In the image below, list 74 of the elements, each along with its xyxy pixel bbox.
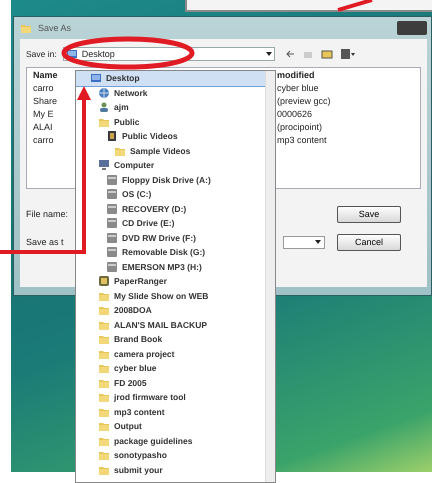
folder-option[interactable]: Sample Videos — [76, 144, 265, 158]
folder-option[interactable]: ajm — [76, 100, 265, 114]
save-in-label: Save in: — [26, 49, 57, 59]
views-icon[interactable] — [340, 49, 355, 59]
folder-option[interactable]: EMERSON MP3 (H:) — [76, 260, 265, 274]
folder-icon — [98, 391, 110, 404]
folder-option[interactable]: submit your — [76, 462, 265, 477]
film-icon — [106, 130, 118, 142]
column-header[interactable]: modified — [277, 70, 314, 80]
location-dropdown[interactable]: Desktop — [62, 47, 275, 61]
computer-icon — [98, 159, 110, 172]
caret-icon — [315, 240, 321, 244]
folder-option[interactable]: ALAN'S MAIL BACKUP — [76, 318, 265, 332]
window-title: Save As — [38, 23, 72, 33]
folder-option[interactable]: Computer — [76, 158, 265, 172]
file-name[interactable]: My E — [33, 109, 54, 119]
save-button[interactable]: Save — [337, 206, 401, 222]
file-name[interactable]: carro — [33, 135, 54, 145]
drive-icon — [106, 174, 118, 186]
globe-icon — [98, 86, 110, 99]
folder-option[interactable]: cyber blue — [76, 361, 265, 376]
folder-option[interactable]: Network — [76, 86, 265, 100]
folder-option[interactable]: jrod firmware tool — [76, 390, 265, 404]
drive-icon — [106, 232, 118, 244]
folder-option[interactable]: Removable Disk (G:) — [76, 245, 265, 260]
folder-option[interactable]: OS (C:) — [76, 187, 265, 202]
drive-icon — [106, 188, 118, 200]
cancel-button[interactable]: Cancel — [337, 234, 401, 250]
person-icon — [98, 101, 110, 114]
file-name-label: File name: — [26, 209, 68, 219]
folder-option[interactable]: sonotypasho — [76, 448, 265, 462]
file-detail: mp3 content — [277, 135, 327, 145]
folder-option[interactable]: CD Drive (E:) — [76, 216, 265, 230]
save-type-dropdown[interactable] — [283, 236, 325, 248]
file-name[interactable]: ALAI — [33, 122, 53, 132]
folder-option[interactable]: Public — [76, 114, 265, 129]
folder-option[interactable]: Output — [76, 419, 265, 434]
caret-icon — [266, 52, 272, 56]
drive-icon — [106, 246, 118, 258]
folder-option[interactable]: Desktop — [76, 71, 265, 86]
file-detail: (preview gcc) — [277, 96, 331, 106]
column-header[interactable]: Name — [33, 70, 58, 80]
folder-icon — [98, 304, 110, 316]
app-icon — [98, 275, 110, 288]
folder-option[interactable]: 2008DOA — [76, 303, 265, 318]
folder-option[interactable]: Brand Book — [76, 332, 265, 346]
folder-option[interactable]: DVD RW Drive (F:) — [76, 230, 265, 245]
folder-option[interactable]: My Slide Show on WEB — [76, 288, 265, 303]
folder-icon — [98, 333, 110, 346]
folder-option[interactable]: Floppy Disk Drive (A:) — [76, 172, 265, 187]
drive-icon — [106, 217, 118, 230]
back-arrow-icon[interactable] — [284, 49, 295, 59]
drive-icon — [106, 202, 118, 215]
folder-option[interactable]: Public Videos — [76, 129, 265, 144]
folder-icon — [98, 420, 110, 432]
scrollbar[interactable] — [265, 71, 275, 482]
file-name[interactable]: Share — [33, 96, 58, 106]
drive-icon — [106, 260, 118, 273]
save-type-label: Save as t — [26, 237, 64, 247]
folder-option[interactable]: camera project — [76, 346, 265, 361]
folder-icon — [20, 22, 32, 34]
new-folder-icon[interactable] — [320, 49, 333, 59]
folder-option[interactable]: RECOVERY (D:) — [76, 202, 265, 216]
folder-option[interactable]: mp3 content — [76, 404, 265, 419]
file-detail: (procipoint) — [277, 122, 322, 132]
file-detail: cyber blue — [277, 83, 319, 93]
file-name[interactable]: carro — [33, 83, 54, 93]
folder-option[interactable]: PaperRanger — [76, 274, 265, 288]
file-detail: 0000626 — [277, 109, 312, 119]
folder-option[interactable]: package guidelines — [76, 434, 265, 448]
folder-icon — [98, 449, 110, 462]
folder-icon — [98, 362, 110, 374]
screen-icon — [90, 72, 102, 84]
folder-option[interactable]: FD 2005 — [76, 376, 265, 390]
